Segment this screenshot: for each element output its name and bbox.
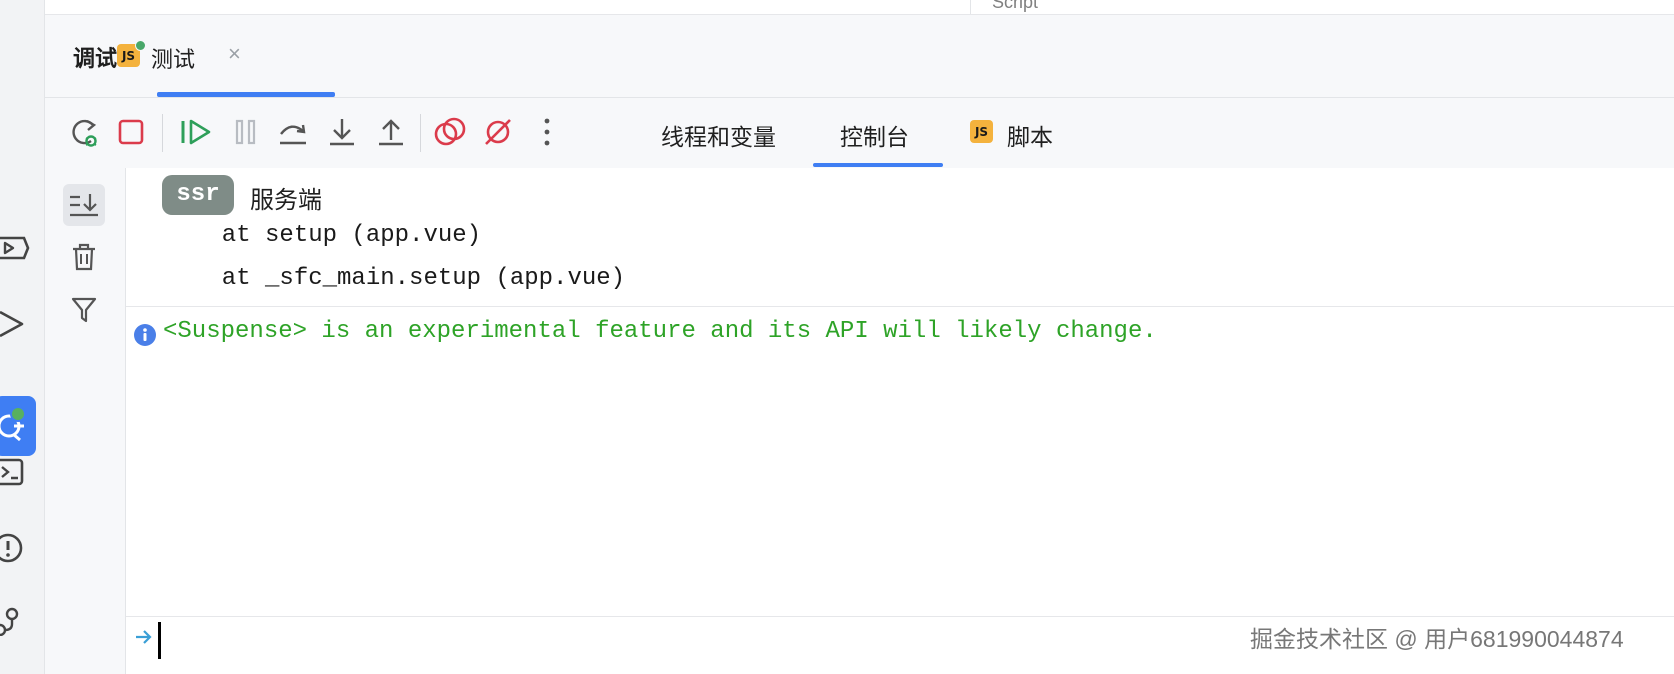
console-divider [126, 306, 1674, 307]
trash-icon [73, 243, 95, 271]
filter-icon [71, 297, 97, 323]
mute-breakpoints-button[interactable] [479, 113, 517, 151]
log-source-label: 服务端 [250, 187, 322, 214]
stack-trace-line: at _sfc_main.setup (app.vue) [193, 265, 626, 292]
git-icon[interactable] [0, 604, 30, 636]
rerun-debug-icon [72, 119, 97, 147]
tab-console[interactable]: 控制台 [840, 118, 909, 152]
filter-button[interactable] [63, 288, 105, 330]
problems-icon[interactable] [0, 532, 30, 564]
resume-button[interactable] [176, 113, 214, 151]
editor-remnant [45, 0, 1674, 15]
more-vertical-icon [544, 118, 550, 146]
clear-all-button[interactable] [63, 236, 105, 278]
debug-tool-window-header: 调试 JS 测试 × [45, 15, 1674, 98]
step-into-icon [330, 119, 354, 146]
debug-window-title: 调试 [73, 46, 118, 71]
run-dashboard-icon[interactable] [0, 232, 30, 264]
session-tab-active-indicator [157, 92, 335, 97]
tab-threads-variables[interactable]: 线程和变量 [661, 118, 776, 152]
close-icon[interactable]: × [228, 41, 241, 67]
terminal-icon[interactable] [0, 456, 30, 488]
more-button[interactable] [528, 113, 566, 151]
editor-remnant-text: Script [992, 0, 1039, 12]
view-breakpoints-icon [434, 117, 466, 146]
step-out-icon [379, 119, 403, 146]
running-indicator-icon [135, 40, 146, 51]
console-gutter [45, 168, 126, 674]
step-into-button[interactable] [323, 113, 361, 151]
left-tool-strip [0, 0, 45, 674]
console-panel: ssr 服务端 at setup (app.vue) at _sfc_main.… [45, 168, 1674, 674]
scroll-to-end-button[interactable] [63, 184, 105, 226]
stop-button[interactable] [112, 113, 150, 151]
tab-scripts-label: 脚本 [1007, 124, 1053, 150]
view-breakpoints-button[interactable] [431, 113, 469, 151]
toolbar-separator [162, 114, 163, 152]
console-input-divider [126, 616, 1674, 617]
mute-breakpoints-icon [485, 119, 511, 145]
pause-icon [235, 119, 256, 145]
session-tab-label: 测试 [151, 47, 196, 72]
debug-icon[interactable] [0, 396, 36, 456]
console-info-message: <Suspense> is an experimental feature an… [163, 318, 1157, 345]
ssr-badge: ssr [162, 175, 234, 215]
watermark: 掘金技术社区 @ 用户681990044874 [1250, 626, 1624, 652]
console-input[interactable] [157, 620, 1357, 660]
scroll-to-end-icon [70, 194, 98, 217]
debug-toolbar: 线程和变量 控制台 JS 脚本 [45, 98, 1674, 169]
js-file-icon: JS [970, 120, 993, 143]
step-over-button[interactable] [274, 113, 312, 151]
toolbar-separator [420, 114, 421, 152]
text-caret [158, 622, 161, 659]
stop-icon [118, 119, 144, 145]
stack-trace-line: at setup (app.vue) [193, 222, 482, 249]
rerun-debug-button[interactable] [65, 113, 103, 151]
pause-button[interactable] [227, 113, 265, 151]
info-icon [134, 324, 156, 346]
console-tab-active-indicator [813, 163, 943, 167]
editor-divider [970, 0, 971, 14]
step-out-button[interactable] [372, 113, 410, 151]
run-icon[interactable] [0, 308, 30, 340]
step-over-icon [280, 124, 306, 145]
resume-icon [181, 119, 211, 145]
prompt-arrow-icon [136, 630, 152, 644]
